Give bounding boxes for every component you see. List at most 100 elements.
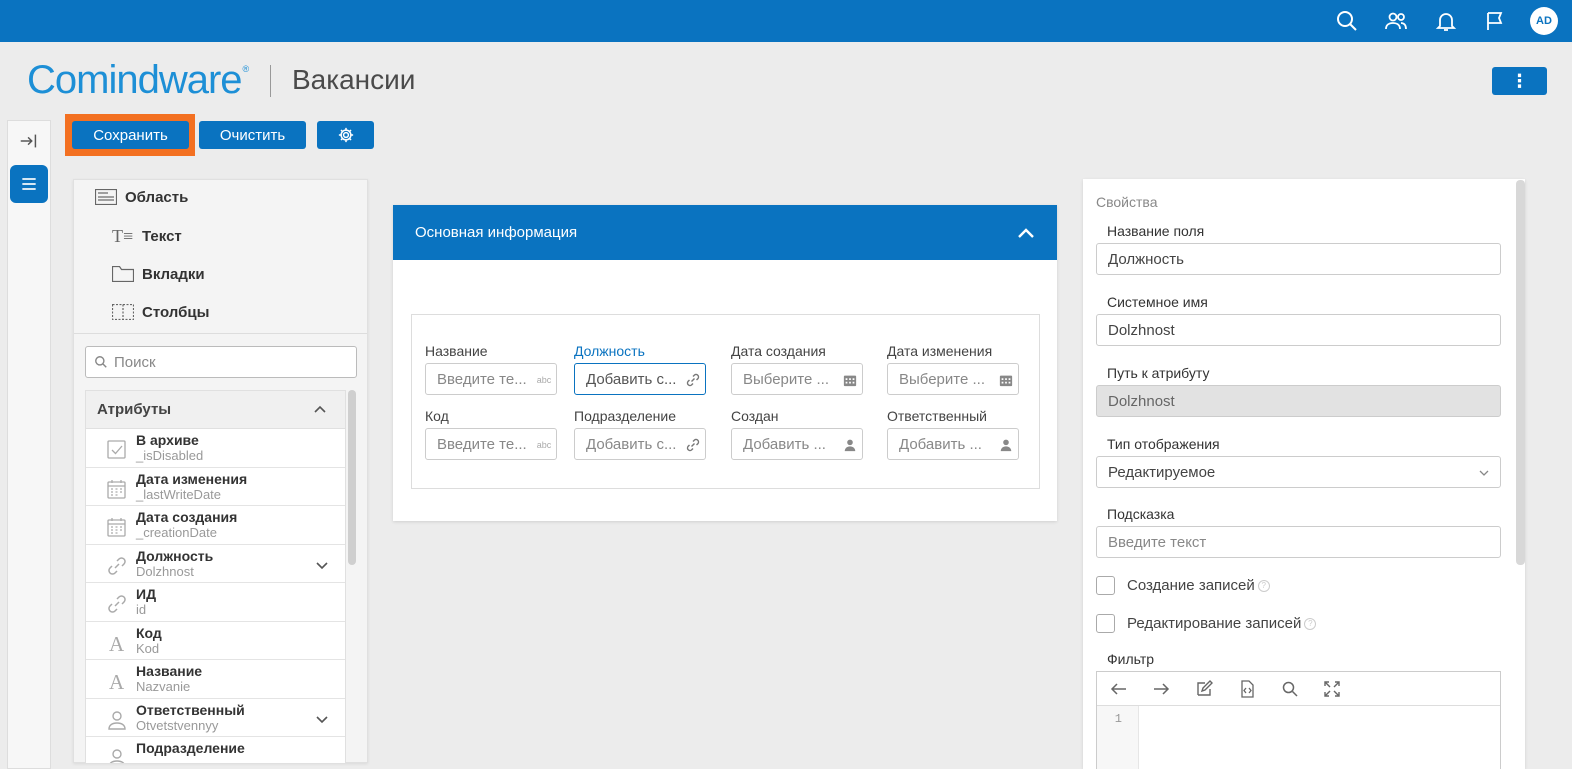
kebab-icon: ⋮ bbox=[1510, 70, 1529, 91]
help-icon[interactable]: ? bbox=[1257, 579, 1270, 592]
form-field-input[interactable]: Добавить ... bbox=[731, 428, 863, 460]
attribute-item[interactable]: A Название Nazvanie bbox=[86, 660, 345, 699]
tool-columns[interactable]: Столбцы bbox=[112, 303, 209, 321]
section-header[interactable]: Основная информация bbox=[393, 205, 1057, 260]
field-placeholder: Добавить с... bbox=[586, 435, 677, 453]
tool-tabs[interactable]: Вкладки bbox=[112, 265, 205, 283]
filter-editor[interactable]: 1 bbox=[1096, 671, 1501, 769]
redo-icon[interactable] bbox=[1152, 680, 1170, 698]
search-input[interactable] bbox=[114, 353, 334, 371]
link-icon bbox=[685, 372, 701, 388]
form-structure-button[interactable] bbox=[10, 165, 48, 203]
chevron-down-icon[interactable] bbox=[315, 712, 329, 726]
checkbox[interactable] bbox=[1096, 614, 1115, 633]
create-records-checkbox[interactable]: Создание записей ? bbox=[1096, 576, 1270, 595]
field-label[interactable]: Ответственный bbox=[887, 408, 987, 424]
attribute-system-name: Kod bbox=[136, 640, 160, 656]
search-box[interactable] bbox=[85, 346, 357, 378]
gear-icon bbox=[338, 127, 353, 143]
text-a-icon: A bbox=[106, 632, 128, 656]
edit-records-checkbox[interactable]: Редактирование записей ? bbox=[1096, 614, 1317, 633]
form-field-input[interactable]: Введите те... abc bbox=[425, 363, 557, 395]
divider bbox=[74, 333, 367, 334]
edit-icon[interactable] bbox=[1195, 680, 1213, 698]
logo-mark: ® bbox=[242, 64, 250, 74]
field-label[interactable]: Создан bbox=[731, 408, 779, 424]
attributes-list: Атрибуты В архиве _isDisabled Дата изменен… bbox=[85, 390, 346, 764]
attributes-header[interactable]: Атрибуты bbox=[86, 391, 345, 429]
collapse-panel-icon[interactable] bbox=[18, 130, 40, 152]
user-icon bbox=[842, 437, 858, 453]
form-field-input[interactable]: Введите те... abc bbox=[425, 428, 557, 460]
form-field-input[interactable]: Выберите ... bbox=[887, 363, 1019, 395]
field-label[interactable]: Код bbox=[425, 408, 449, 424]
attribute-item[interactable]: Дата создания _creationDate bbox=[86, 506, 345, 545]
attribute-item[interactable]: Подразделение bbox=[86, 737, 345, 763]
attribute-item[interactable]: Должность Dolzhnost bbox=[86, 545, 345, 583]
checkbox[interactable] bbox=[1096, 576, 1115, 595]
attribute-name: Дата изменения bbox=[136, 470, 248, 487]
field-name-input[interactable]: Должность bbox=[1096, 243, 1501, 275]
svg-text:A: A bbox=[109, 670, 125, 692]
hint-input[interactable]: Введите текст bbox=[1096, 526, 1501, 558]
expand-icon[interactable] bbox=[1323, 680, 1341, 698]
text-icon: T≡ bbox=[112, 225, 134, 246]
flag-icon[interactable] bbox=[1483, 9, 1507, 33]
attribute-name: ИД bbox=[136, 586, 157, 602]
field-name-label: Название поля bbox=[1107, 223, 1205, 239]
attribute-name: Дата создания bbox=[136, 509, 238, 525]
field-label[interactable]: Название bbox=[425, 343, 488, 359]
users-icon[interactable] bbox=[1384, 9, 1408, 33]
form-field-input[interactable]: Добавить с... bbox=[574, 428, 706, 460]
display-type-select[interactable]: Редактируемое bbox=[1096, 456, 1501, 488]
calendar-icon bbox=[998, 372, 1014, 388]
attribute-item[interactable]: Дата изменения _lastWriteDate bbox=[86, 468, 345, 506]
undo-icon[interactable] bbox=[1110, 680, 1128, 698]
attribute-item[interactable]: В архиве _isDisabled bbox=[86, 429, 345, 468]
avatar[interactable]: AD bbox=[1530, 7, 1558, 35]
attribute-item[interactable]: ИД id bbox=[86, 583, 345, 622]
editor-toolbar bbox=[1097, 672, 1500, 706]
tool-text[interactable]: T≡ Текст bbox=[112, 225, 182, 246]
settings-button[interactable] bbox=[317, 121, 374, 149]
attribute-system-name: Nazvanie bbox=[136, 679, 191, 694]
hint-label: Подсказка bbox=[1107, 506, 1175, 522]
edit-records-label: Редактирование записей bbox=[1127, 615, 1302, 632]
attribute-item[interactable]: A Код Kod bbox=[86, 622, 345, 660]
attribute-item[interactable]: Ответственный Otvetstvennyy bbox=[86, 699, 345, 737]
calendar-icon bbox=[842, 372, 858, 388]
area-icon bbox=[95, 189, 117, 205]
tabs-icon bbox=[112, 266, 134, 282]
clear-button[interactable]: Очистить bbox=[199, 121, 306, 149]
tool-area[interactable]: Область bbox=[95, 188, 188, 206]
attributes-scrollbar[interactable] bbox=[348, 390, 356, 565]
help-icon[interactable]: ? bbox=[1304, 617, 1317, 630]
chevron-down-icon bbox=[1479, 470, 1489, 476]
columns-block: Название Введите те... abc Должность Добавит… bbox=[411, 314, 1040, 489]
properties-scrollbar[interactable] bbox=[1516, 180, 1525, 565]
bell-icon[interactable] bbox=[1434, 9, 1458, 33]
top-bar: AD bbox=[0, 0, 1572, 42]
display-type-label: Тип отображения bbox=[1107, 436, 1220, 452]
field-placeholder: Добавить ... bbox=[743, 435, 826, 453]
code-file-icon[interactable] bbox=[1238, 680, 1256, 698]
field-label[interactable]: Дата создания bbox=[731, 343, 826, 359]
form-field-input[interactable]: Добавить ... bbox=[887, 428, 1019, 460]
form-field-input[interactable]: Добавить с... bbox=[574, 363, 706, 395]
attribute-path-label: Путь к атрибуту bbox=[1107, 365, 1210, 381]
form-field-input[interactable]: Выберите ... bbox=[731, 363, 863, 395]
field-label[interactable]: Должность bbox=[574, 343, 645, 359]
chevron-up-icon[interactable] bbox=[1017, 225, 1035, 241]
attribute-name: Ответственный bbox=[136, 701, 245, 718]
field-placeholder: Добавить ... bbox=[899, 435, 982, 453]
search-icon[interactable] bbox=[1335, 9, 1359, 33]
field-label[interactable]: Подразделение bbox=[574, 408, 676, 424]
search-icon[interactable] bbox=[1281, 680, 1299, 698]
chevron-down-icon[interactable] bbox=[315, 558, 329, 572]
save-button[interactable]: Сохранить bbox=[72, 121, 189, 149]
system-name-input[interactable]: Dolzhnost bbox=[1096, 314, 1501, 346]
field-placeholder: Введите те... bbox=[437, 435, 527, 453]
kebab-menu-button[interactable]: ⋮ bbox=[1492, 67, 1547, 95]
field-label[interactable]: Дата изменения bbox=[887, 343, 992, 359]
attributes-title: Атрибуты bbox=[97, 401, 172, 418]
